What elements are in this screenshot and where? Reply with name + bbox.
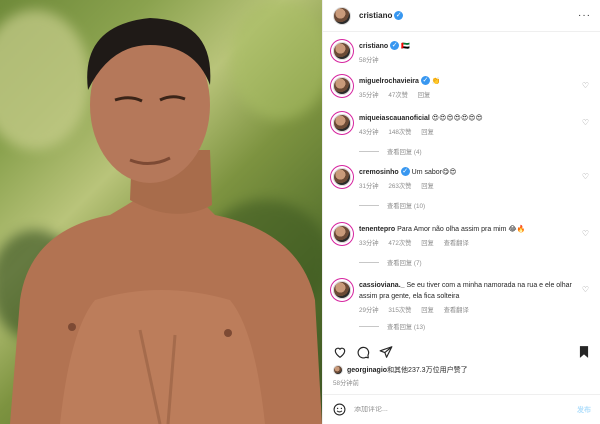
post-timestamp: 58分钟前 xyxy=(333,380,359,387)
comment-username[interactable]: cassioviana._ xyxy=(359,282,405,289)
verified-icon: ✓ xyxy=(420,76,430,85)
reply-button[interactable]: 回复 xyxy=(421,307,434,314)
comment-avatar[interactable] xyxy=(333,114,351,132)
comment-username[interactable]: cremosinho xyxy=(359,169,399,176)
caption-time: 58分钟 xyxy=(359,57,379,64)
comment-time: 43分钟 xyxy=(359,129,379,136)
comment-composer: 发布 xyxy=(323,394,600,424)
comment-item: miqueiascauanoficial 😍😍😍😍😍😍😍 43分钟 148次赞 … xyxy=(333,113,591,156)
comment-text: Para Amor não olha assim pra mim 😂🔥 xyxy=(397,226,526,233)
comment-item: miguelrochavieira ✓ 👏 35分钟 47次赞 回复 ♡ xyxy=(333,76,591,101)
comment-input[interactable] xyxy=(354,406,577,413)
author-username[interactable]: cristiano ✓ xyxy=(359,11,404,20)
verified-icon: ✓ xyxy=(390,41,400,50)
comment-like-icon[interactable]: ♡ xyxy=(582,81,589,90)
view-replies-button[interactable]: 查看回复 (13) xyxy=(359,322,591,331)
share-icon[interactable] xyxy=(379,345,393,359)
reply-button[interactable]: 回复 xyxy=(418,92,431,99)
comment-text: 😍😍😍😍😍😍😍 xyxy=(431,115,483,122)
caption-username[interactable]: cristiano xyxy=(359,43,388,50)
comment-time: 33分钟 xyxy=(359,240,379,247)
comment-text: Um sabor😋😍 xyxy=(411,169,457,176)
comment-like-icon[interactable]: ♡ xyxy=(582,285,589,294)
heart-icon[interactable] xyxy=(333,345,347,359)
reply-button[interactable]: 回复 xyxy=(421,129,434,136)
comment-text: 👏 xyxy=(431,78,441,85)
view-replies-button[interactable]: 查看回复 (10) xyxy=(359,201,591,210)
comment-avatar[interactable] xyxy=(333,168,351,186)
verified-icon: ✓ xyxy=(394,11,404,20)
comment-username[interactable]: miqueiascauanoficial xyxy=(359,115,430,122)
bookmark-icon[interactable] xyxy=(577,345,591,359)
comment-item: cremosinho ✓ Um sabor😋😍 31分钟 263次赞 回复 查看回… xyxy=(333,167,591,210)
man-figure xyxy=(10,18,322,424)
comment-time: 29分钟 xyxy=(359,307,379,314)
comment-time: 31分钟 xyxy=(359,183,379,190)
view-replies-button[interactable]: 查看回复 (4) xyxy=(359,147,591,156)
caption-text: 🇦🇪 xyxy=(401,43,410,50)
comment-avatar[interactable] xyxy=(333,281,351,299)
emoji-icon[interactable] xyxy=(333,403,346,416)
liker-username[interactable]: georginagio xyxy=(347,367,387,374)
post-header: cristiano ✓ ··· xyxy=(323,0,600,32)
view-replies-button[interactable]: 查看回复 (7) xyxy=(359,258,591,267)
comment-item: tenentepro Para Amor não olha assim pra … xyxy=(333,224,591,267)
comment-like-icon[interactable]: ♡ xyxy=(582,172,589,181)
translate-button[interactable]: 查看翻译 xyxy=(444,240,469,247)
comment-likes[interactable]: 315次赞 xyxy=(388,307,411,314)
reply-button[interactable]: 回复 xyxy=(421,240,434,247)
comment-likes[interactable]: 148次赞 xyxy=(388,129,411,136)
more-options-icon[interactable]: ··· xyxy=(578,10,591,21)
verified-icon: ✓ xyxy=(400,167,410,176)
caption-avatar[interactable] xyxy=(333,42,351,60)
action-bar xyxy=(333,343,591,361)
comment-likes[interactable]: 472次赞 xyxy=(388,240,411,247)
post-panel: cristiano ✓ ··· cristiano ✓ 🇦🇪 58分钟 miguel… xyxy=(322,0,600,424)
comment-icon[interactable] xyxy=(356,345,370,359)
comment-likes[interactable]: 263次赞 xyxy=(388,183,411,190)
reply-button[interactable]: 回复 xyxy=(421,183,434,190)
comment-item: cassioviana._ Se eu tiver com a minha na… xyxy=(333,280,591,331)
comment-username[interactable]: tenentepro xyxy=(359,226,395,233)
comment-like-icon[interactable]: ♡ xyxy=(582,118,589,127)
comment-avatar[interactable] xyxy=(333,225,351,243)
likes-count-text[interactable]: 和其他237.3万位用户赞了 xyxy=(387,365,468,375)
likes-summary: georginagio 和其他237.3万位用户赞了 xyxy=(333,365,468,375)
comment-avatar[interactable] xyxy=(333,77,351,95)
comment-username[interactable]: miguelrochavieira xyxy=(359,78,419,85)
author-avatar[interactable] xyxy=(333,6,351,25)
comment-like-icon[interactable]: ♡ xyxy=(582,229,589,238)
liker-avatar[interactable] xyxy=(333,365,343,375)
translate-button[interactable]: 查看翻译 xyxy=(444,307,469,314)
post-photo[interactable] xyxy=(0,0,322,424)
caption: cristiano ✓ 🇦🇪 58分钟 xyxy=(333,41,591,66)
comment-time: 35分钟 xyxy=(359,92,379,99)
post-button[interactable]: 发布 xyxy=(577,405,591,415)
comment-likes[interactable]: 47次赞 xyxy=(388,92,408,99)
